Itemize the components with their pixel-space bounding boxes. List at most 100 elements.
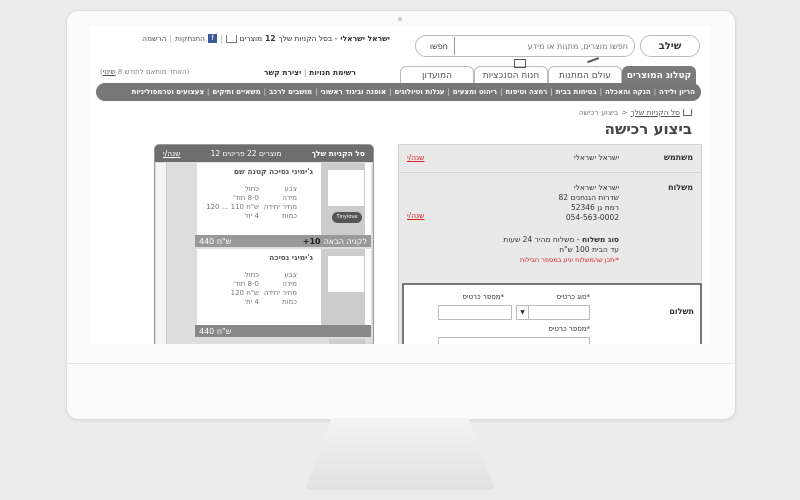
nav-separator: | — [207, 88, 210, 96]
detail-value: כחול — [244, 271, 259, 279]
address-line: שדרות הגנחנים 82 — [558, 193, 619, 202]
sublinks: רשימת חנויות | יצירת קשר — [264, 68, 356, 77]
greeting: ישראל ישראלי — [340, 34, 390, 43]
cart-icon[interactable] — [225, 34, 237, 43]
detail-value: 4 יח' — [244, 212, 259, 220]
nav-item[interactable]: הריון ולידה — [659, 88, 695, 96]
detail-label: צבע — [284, 271, 297, 279]
nav-separator: | — [447, 88, 450, 96]
nav-item[interactable]: צעצועים וטרמפוליניות — [132, 88, 204, 96]
item-subtotal: ש"ח 440 — [199, 326, 232, 336]
contact-link[interactable]: יצירת קשר — [264, 68, 301, 77]
detail-label: כמות — [282, 298, 297, 306]
gift-icon — [514, 59, 526, 68]
change-address-link[interactable]: שנה/י — [407, 211, 424, 220]
nav-separator: | — [263, 88, 266, 96]
ship-type-value: - משלוח מהיר 24 שעות — [503, 235, 582, 244]
card-number-label: *מספר כרטיס — [462, 293, 504, 301]
stores-link[interactable]: רשימת חנויות — [309, 68, 356, 77]
facebook-icon[interactable]: f — [208, 34, 218, 43]
ship-note: *יתכן שהמשלוח יגיע במספר חבילות — [519, 256, 619, 264]
card-number-input-2[interactable] — [438, 337, 590, 344]
search-input[interactable] — [454, 37, 634, 55]
card-type-select[interactable]: ▼ — [516, 305, 590, 320]
nav-separator: | — [550, 88, 553, 96]
item-promo: לקניה הבאה 10+ ש"ח 440 — [195, 235, 371, 247]
detail-value: כחול — [244, 185, 259, 193]
item-labels: צבע מידה מחיר יחידה כמות — [264, 185, 297, 221]
brand-badge: Tinylove — [332, 212, 362, 223]
cart-count-text: מוצרים 22 פריטים 12 — [210, 149, 282, 158]
ship-price: עד הבית 100 ש"ח — [559, 245, 619, 254]
nav-separator: | — [500, 88, 503, 96]
chevron-down-icon: ▼ — [517, 306, 529, 319]
home-icon[interactable] — [683, 109, 692, 116]
nav-item[interactable]: ריהוט ומצעים — [453, 88, 497, 96]
breadcrumb-current: ביצוע רכישה — [578, 108, 619, 117]
cart-sidebar: סל הקניות שלך מוצרים 22 פריטים 12 שנה/י … — [154, 144, 374, 344]
item-name: ג'ימיני נסיכה קטנה שם — [233, 167, 313, 176]
nav-separator: | — [599, 88, 602, 96]
detail-value: 4 יח' — [244, 298, 259, 306]
nav-item[interactable]: אופנה וביגוד ראשוני — [320, 88, 386, 96]
logout-link[interactable]: התנתקות — [175, 34, 205, 43]
browser-screen: שילב חפשו ישראל ישראלי - בסל הקניות שלך … — [90, 26, 710, 344]
breadcrumb-cart-link[interactable]: סל הקניות שלך — [631, 108, 680, 117]
card-type-label: *סוג כרטיס — [556, 293, 590, 301]
card-number-label-2: *מספר כרטיס — [548, 325, 590, 333]
payment-box: תשלום *סוג כרטיס ▼ *מספר כרטיס *מספר כרט… — [402, 283, 702, 344]
nav-separator: | — [315, 88, 318, 96]
divider — [399, 172, 701, 173]
item-subtotal: ש"ח 440 — [199, 236, 232, 246]
shipping-type: סוג משלוח - משלוח מהיר 24 שעות עד הבית 1… — [503, 235, 619, 265]
nav-item[interactable]: רחצה וטיפוח — [505, 88, 547, 96]
item-values: כחול 8-0 חוד' ש"ח 110 ... 120 4 יח' — [206, 185, 259, 221]
nav-item[interactable]: מושבים לרכב — [269, 88, 312, 96]
cart-scrollbar[interactable] — [156, 163, 167, 344]
shipping-label: משלוח — [668, 183, 693, 192]
detail-value: ש"ח 120 — [230, 289, 259, 297]
nav-item[interactable]: עגלות וטיולונים — [394, 88, 444, 96]
card-number-input[interactable] — [438, 305, 512, 320]
cart-suffix: מוצרים — [239, 34, 263, 43]
mobile-change-link[interactable]: שינוי — [103, 68, 116, 76]
user-label: משתמש — [663, 153, 693, 162]
search-bar: חפשו — [415, 35, 635, 57]
cart-item: ג'ימיני נסיכה צבע מידה מחיר יחידה כמות כ… — [197, 249, 371, 325]
item-labels: צבע מידה מחיר יחידה כמות — [264, 271, 297, 307]
register-link[interactable]: הרשמה — [142, 34, 166, 43]
detail-label: מחיר יחידה — [263, 203, 297, 211]
promo-qty: 10+ — [302, 236, 321, 246]
detail-value: ש"ח 110 ... 120 — [206, 203, 259, 211]
ship-type-label: סוג משלוח — [581, 235, 619, 244]
product-thumbnail[interactable] — [327, 255, 365, 293]
search-button[interactable]: חפשו — [424, 42, 454, 51]
shipping-address: ישראל ישראלי שדרות הגנחנים 82 רמת גן 523… — [559, 183, 619, 223]
monitor-stand — [305, 418, 495, 490]
user-name: ישראל ישראלי — [573, 153, 619, 162]
detail-value: 8-0 חוד' — [233, 280, 259, 288]
mobile-note-text: (האתר מותאם לחודש 8 — [115, 68, 190, 76]
cart-change-link[interactable]: שנה/י — [163, 149, 180, 158]
cart-count: 12 — [265, 34, 276, 43]
item-name: ג'ימיני נסיכה — [269, 253, 313, 262]
breadcrumb: סל הקניות שלך < ביצוע רכישה — [579, 108, 692, 117]
nav-item[interactable]: הנקה והאכלה — [605, 88, 651, 96]
detail-value: 8-0 חוד' — [233, 194, 259, 202]
nav-item[interactable]: בטיחות בבית — [556, 88, 597, 96]
cart-prefix: - בסל הקניות שלך — [278, 34, 338, 43]
address-line: 054-563-0002 — [565, 213, 619, 222]
nav-item[interactable]: משאיים ותיקים — [212, 88, 260, 96]
camera-dot — [398, 17, 402, 21]
address-line: ישראל ישראלי — [573, 183, 619, 192]
promo-text: לקניה הבאה — [323, 236, 367, 246]
detail-label: צבע — [284, 185, 297, 193]
logo[interactable]: שילב — [640, 35, 700, 57]
monitor-chin — [67, 363, 735, 364]
item-values: כחול 8-0 חוד' ש"ח 120 4 יח' — [231, 271, 259, 307]
nav-separator: | — [389, 88, 392, 96]
change-user-link[interactable]: שנה/י — [407, 153, 424, 162]
cart-item: Tinylove ג'ימיני נסיכה קטנה שם צבע מידה … — [197, 163, 371, 235]
product-thumbnail[interactable] — [327, 169, 365, 207]
cart-header: סל הקניות שלך מוצרים 22 פריטים 12 שנה/י — [155, 145, 373, 162]
